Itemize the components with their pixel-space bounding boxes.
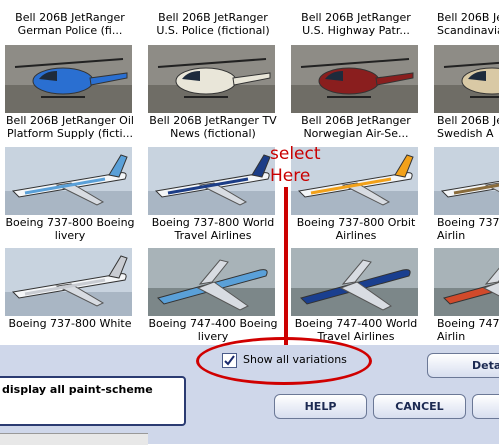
helicopter-thumbnail bbox=[291, 45, 418, 113]
aircraft-tile[interactable]: Boeing 747-400 World Travel Airlines bbox=[286, 248, 426, 345]
helicopter-thumbnail bbox=[148, 45, 275, 113]
airliner-thumbnail bbox=[434, 147, 499, 215]
aircraft-tile[interactable]: Bell 206B JetRanSwedish A bbox=[429, 45, 499, 145]
details-button[interactable]: Detai bbox=[427, 353, 499, 378]
jumbo-thumbnail bbox=[291, 248, 418, 316]
aircraft-caption: Bell 206B JetRanger German Police (fi... bbox=[15, 11, 125, 37]
aircraft-gallery: Bell 206B JetRanger German Police (fi... … bbox=[0, 0, 499, 345]
helicopter-thumbnail bbox=[5, 45, 132, 113]
aircraft-tile[interactable]: Boeing 747-400Airlin bbox=[429, 248, 499, 345]
aircraft-tile[interactable]: Boeing 747-400 Boeing livery bbox=[143, 248, 283, 345]
annotation-ring bbox=[196, 337, 372, 385]
aircraft-caption: Boeing 747-400Airlin bbox=[437, 317, 499, 343]
jumbo-thumbnail bbox=[434, 248, 499, 316]
aircraft-tile[interactable]: Bell 206B JetRanger Oil Platform Supply (… bbox=[0, 45, 140, 145]
jumbo-thumbnail bbox=[148, 248, 275, 316]
aircraft-caption: Boeing 737-8Airlin bbox=[437, 216, 499, 242]
aircraft-caption: Bell 206B JetRanger Norwegian Air-Se... bbox=[301, 114, 411, 140]
aircraft-caption: Bell 206B JetRanger Oil Platform Supply (… bbox=[6, 114, 134, 140]
airliner-thumbnail bbox=[5, 147, 132, 215]
annotation-arrow-line bbox=[284, 187, 288, 352]
airliner-thumbnail bbox=[148, 147, 275, 215]
description-text: display all paint-scheme bbox=[2, 383, 153, 396]
aircraft-caption: Bell 206B JetRanger TV News (fictional) bbox=[149, 114, 277, 140]
aircraft-tile[interactable]: Boeing 737-800 Boeing livery bbox=[0, 147, 140, 247]
annotation-select-here: select Here bbox=[270, 144, 321, 186]
aircraft-tile[interactable]: Bell 206B JetRanger Norwegian Air-Se... bbox=[286, 45, 426, 145]
horizontal-scrollbar[interactable] bbox=[0, 433, 148, 445]
cancel-button[interactable]: CANCEL bbox=[373, 394, 466, 419]
aircraft-caption: Boeing 737-800 White bbox=[8, 317, 132, 330]
aircraft-tile[interactable]: Boeing 737-800 World Travel Airlines bbox=[143, 147, 283, 247]
aircraft-caption: Bell 206B JetRanger U.S. Highway Patr... bbox=[301, 11, 411, 37]
aircraft-tile[interactable]: Bell 206B JetRanger TV News (fictional) bbox=[143, 45, 283, 145]
helicopter-thumbnail bbox=[434, 45, 499, 113]
aircraft-caption: Boeing 737-800 Boeing livery bbox=[5, 216, 135, 242]
aircraft-caption: Boeing 737-800 Orbit Airlines bbox=[296, 216, 416, 242]
aircraft-tile[interactable]: Boeing 737-800 White bbox=[0, 248, 140, 345]
aircraft-tile[interactable]: Boeing 737-8Airlin bbox=[429, 147, 499, 247]
aircraft-caption: Bell 206B JetRangerScandinavia bbox=[437, 11, 499, 37]
ok-button[interactable] bbox=[472, 394, 499, 419]
aircraft-caption: Bell 206B JetRanger U.S. Police (fictiona… bbox=[156, 11, 270, 37]
description-box: display all paint-scheme bbox=[0, 376, 186, 426]
aircraft-caption: Bell 206B JetRanSwedish A bbox=[437, 114, 499, 140]
help-button[interactable]: HELP bbox=[274, 394, 367, 419]
aircraft-caption: Boeing 737-800 World Travel Airlines bbox=[151, 216, 275, 242]
airliner-thumbnail bbox=[5, 248, 132, 316]
